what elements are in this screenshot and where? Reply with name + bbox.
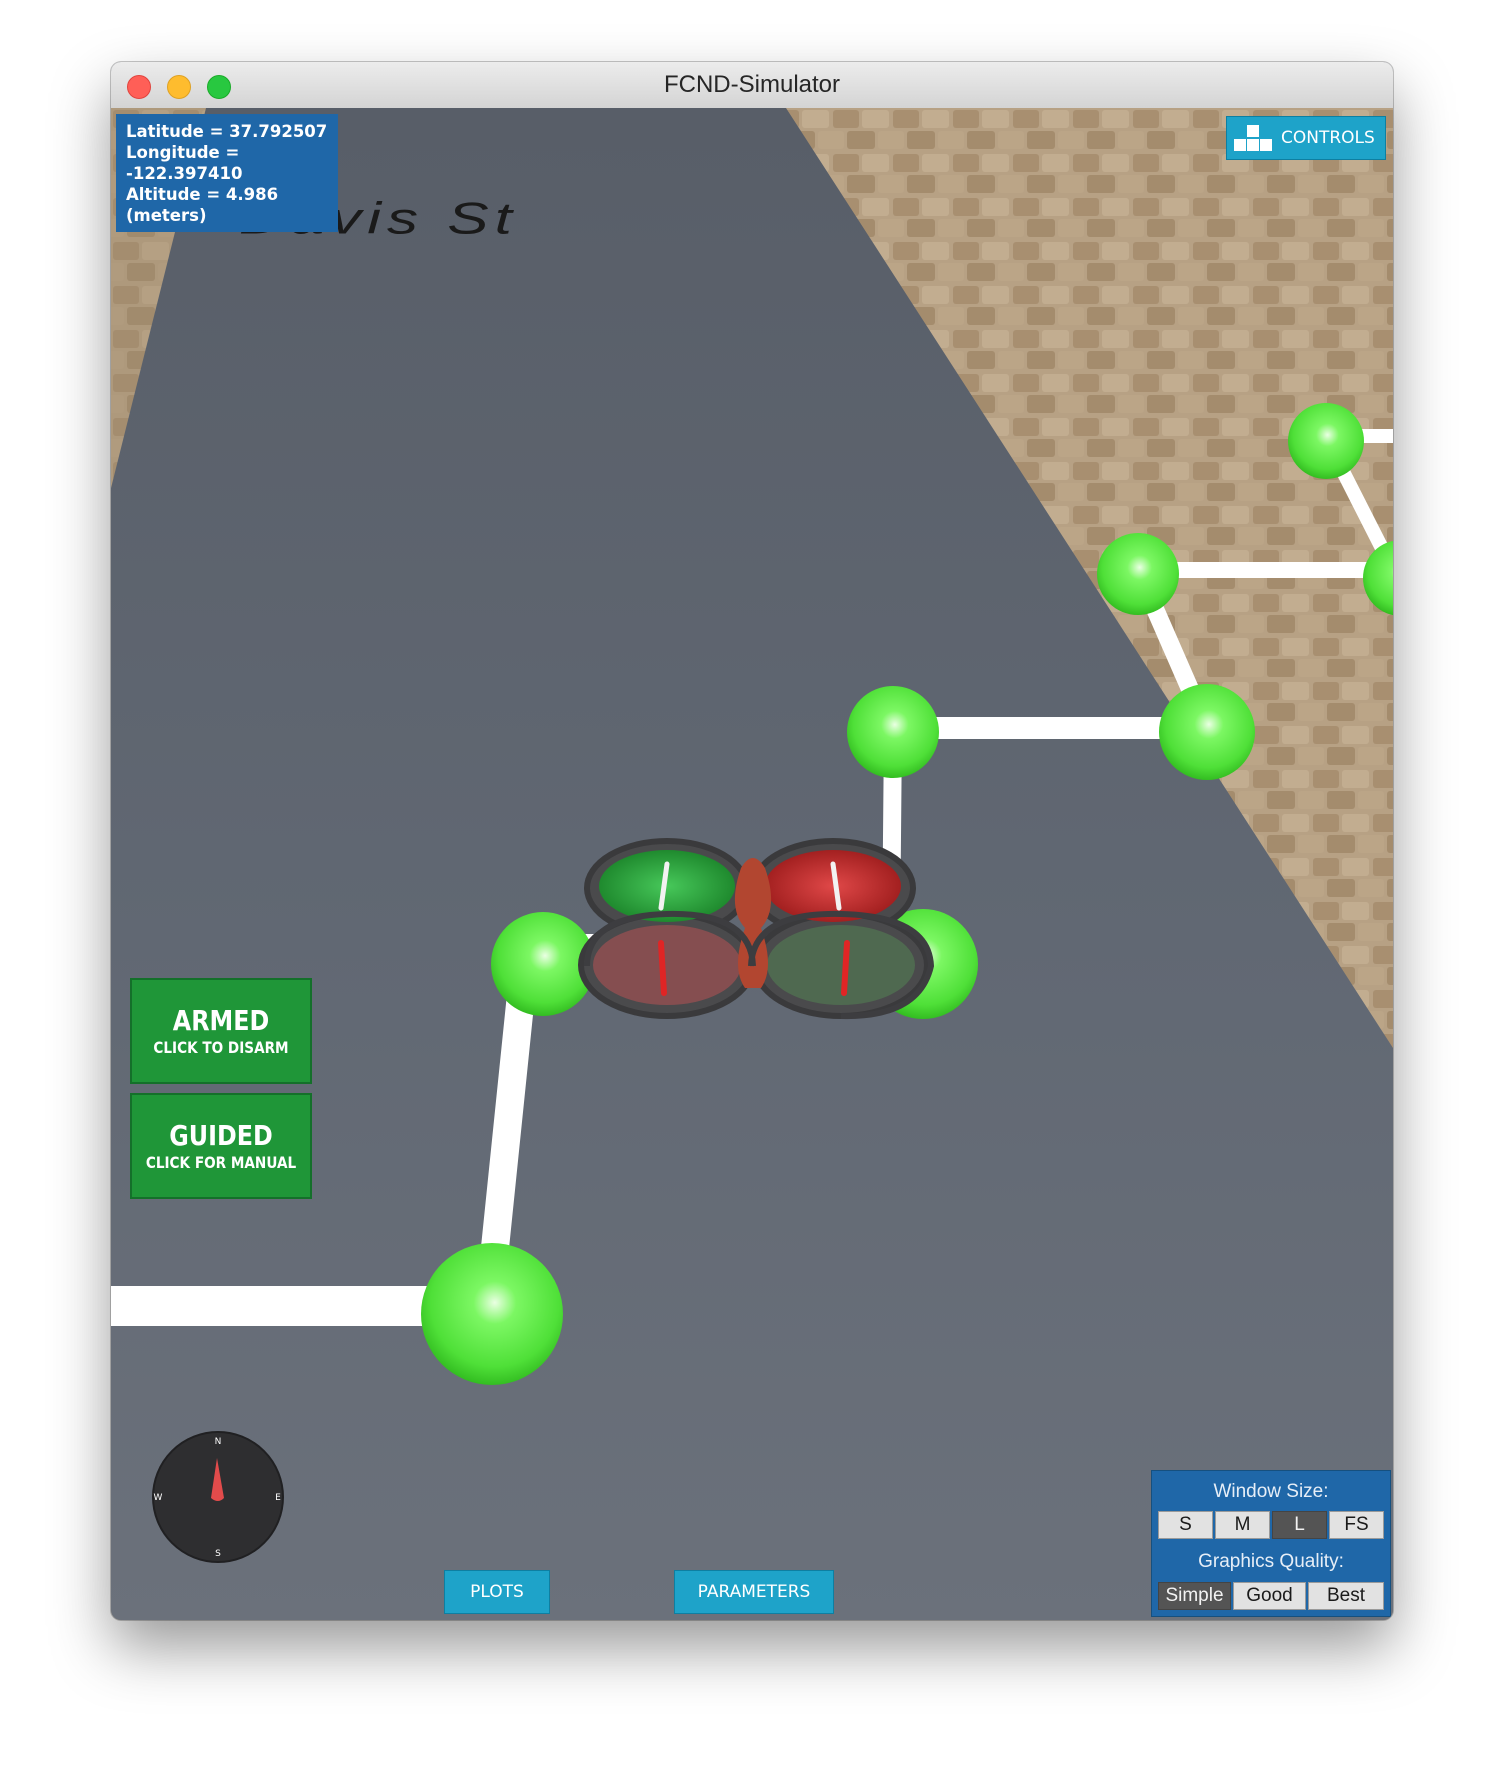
3d-scene: Davis St [111,108,1393,1620]
waypoint-sphere [1159,684,1255,780]
compass-south-label: S [215,1549,221,1559]
quality-simple-button[interactable]: Simple [1158,1582,1231,1610]
compass-west-label: W [154,1493,163,1503]
graphics-quality-label: Graphics Quality: [1198,1551,1344,1572]
window-size-fs-button[interactable]: FS [1329,1511,1384,1539]
armed-status-label: ARMED [172,1004,270,1037]
quality-best-button[interactable]: Best [1308,1582,1384,1610]
window-size-label: Window Size: [1213,1481,1329,1502]
blocks-icon [1234,125,1272,151]
quality-good-button[interactable]: Good [1233,1582,1306,1610]
compass-north-label: N [215,1437,222,1447]
plots-button[interactable]: PLOTS [444,1570,550,1614]
guided-toggle-button[interactable]: GUIDED CLICK FOR MANUAL [130,1093,312,1199]
waypoint-sphere [847,686,939,778]
3d-viewport[interactable]: Davis St Latitude = 37.792507 Longitude … [111,108,1393,1620]
altitude-readout: Altitude = 4.986 (meters) [126,185,279,225]
title-bar[interactable]: FCND-Simulator [111,62,1393,109]
disarm-hint-label: CLICK TO DISARM [153,1038,289,1057]
telemetry-panel: Latitude = 37.792507 Longitude = -122.39… [116,114,338,232]
longitude-readout: Longitude = -122.397410 [126,143,243,183]
window-size-l-button[interactable]: L [1272,1511,1327,1539]
controls-label: CONTROLS [1281,128,1375,148]
display-settings-panel: Window Size: S M L FS Graphics Quality: … [1151,1470,1391,1617]
window-title: FCND-Simulator [663,71,840,98]
guided-status-label: GUIDED [169,1119,273,1152]
waypoint-sphere [1097,533,1179,615]
window-size-m-button[interactable]: M [1215,1511,1270,1539]
controls-button[interactable]: CONTROLS [1226,116,1386,160]
waypoint-sphere [421,1243,563,1385]
latitude-readout: Latitude = 37.792507 [126,122,328,141]
armed-toggle-button[interactable]: ARMED CLICK TO DISARM [130,978,312,1084]
window-size-s-button[interactable]: S [1158,1511,1213,1539]
parameters-button[interactable]: PARAMETERS [674,1570,834,1614]
manual-hint-label: CLICK FOR MANUAL [145,1153,297,1172]
compass-east-label: E [275,1493,281,1503]
simulator-window: FCND-Simulator Davis St Latitude = 37.79… [111,62,1393,1620]
waypoint-sphere [1288,403,1364,479]
compass-icon: N E S W [152,1431,284,1563]
